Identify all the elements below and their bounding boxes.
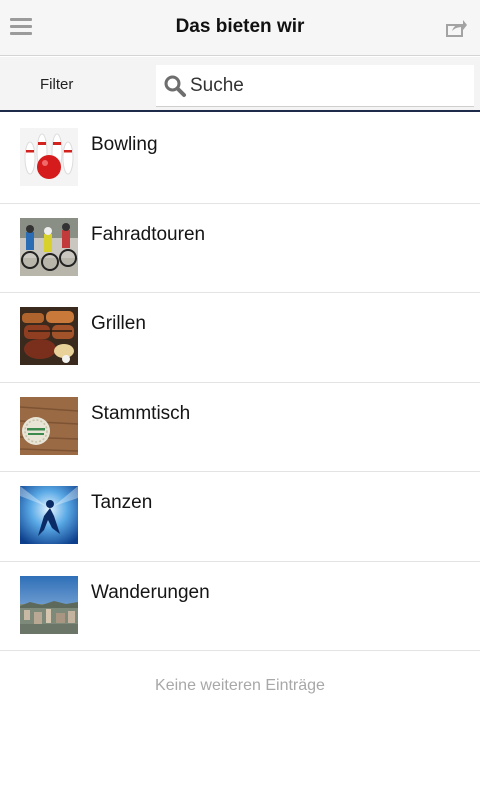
- list-item-label: Bowling: [91, 134, 158, 155]
- end-of-list-note: Keine weiteren Einträge: [155, 677, 325, 694]
- share-icon[interactable]: [446, 19, 468, 37]
- list-item-label: Tanzen: [91, 492, 153, 513]
- offer-list: Bowling Fahradtouren Grillen Stammtisch …: [0, 114, 480, 651]
- page-title: Das bieten wir: [175, 16, 305, 37]
- list-item-label: Stammtisch: [91, 402, 191, 424]
- list-item-grillen[interactable]: Grillen: [0, 293, 480, 383]
- list-item-label: Grillen: [91, 313, 146, 334]
- bowling-thumbnail: [20, 128, 78, 186]
- dance-thumbnail: [20, 486, 78, 544]
- filter-button[interactable]: Filter: [40, 76, 73, 93]
- filter-search-bar: Filter: [0, 57, 480, 112]
- search-icon: [163, 74, 187, 98]
- search-input[interactable]: [190, 70, 460, 102]
- cycling-thumbnail: [20, 217, 78, 276]
- list-item-bowling[interactable]: Bowling: [0, 114, 480, 204]
- list-item-tanzen[interactable]: Tanzen: [0, 472, 480, 562]
- stammtisch-thumbnail: [20, 396, 78, 455]
- list-item-label: Wanderungen: [91, 581, 210, 603]
- app-header: Das bieten wir: [0, 0, 480, 56]
- list-item-fahradtouren[interactable]: Fahradtouren: [0, 204, 480, 293]
- list-item-label: Fahradtouren: [91, 223, 206, 245]
- search-field[interactable]: [156, 65, 474, 107]
- grill-thumbnail: [20, 307, 78, 365]
- list-item-wanderungen[interactable]: Wanderungen: [0, 562, 480, 651]
- list-item-stammtisch[interactable]: Stammtisch: [0, 383, 480, 472]
- hiking-thumbnail: [20, 575, 78, 634]
